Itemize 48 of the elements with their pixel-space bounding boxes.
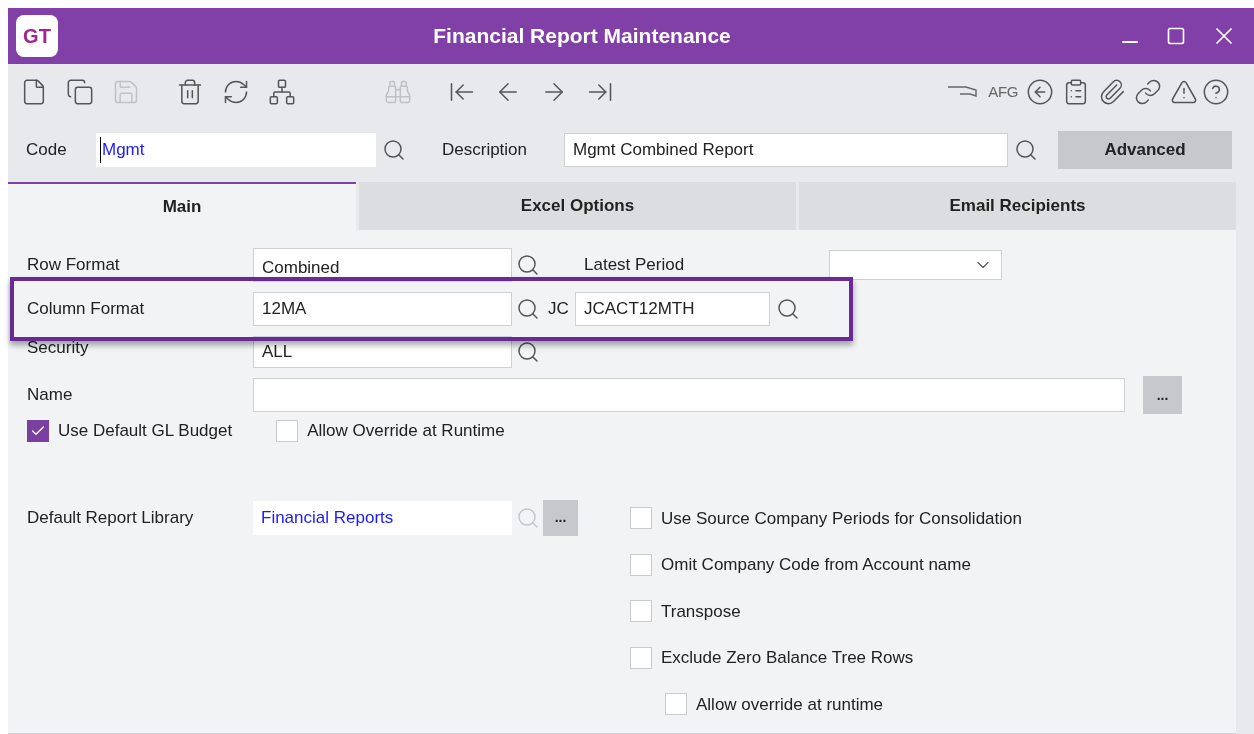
search-icon[interactable] (1014, 138, 1038, 162)
field-label: JC (548, 298, 570, 321)
field-label: Name (27, 384, 74, 407)
field-label: Column Format (27, 298, 146, 321)
window-title: Financial Report Maintenance (432, 23, 732, 50)
tab[interactable]: Excel Options (359, 182, 796, 230)
help-icon[interactable] (1202, 78, 1230, 106)
afg-button[interactable]: AFG (988, 80, 1018, 104)
field-label: Row Format (27, 254, 121, 277)
delete-icon[interactable] (176, 78, 204, 106)
browse-button[interactable]: ... (543, 499, 578, 536)
checkbox-label: Omit Company Code from Account name (661, 554, 971, 576)
search-icon[interactable] (776, 297, 800, 321)
search-icon[interactable] (516, 297, 540, 321)
name-field[interactable] (253, 378, 1125, 412)
code-field[interactable]: Mgmt (96, 133, 376, 167)
column-format-field[interactable]: 12MA (253, 292, 512, 326)
link-icon[interactable] (1134, 78, 1162, 106)
browse-button[interactable]: ... (1143, 376, 1182, 414)
back-circle-icon[interactable] (1026, 78, 1054, 106)
checkbox-label: Transpose (661, 600, 741, 623)
warning-icon[interactable] (1170, 78, 1198, 106)
app-logo: GT (16, 15, 58, 57)
checkbox-label: Use Source Company Periods for Consolidation (661, 507, 1022, 530)
search-icon[interactable] (382, 138, 406, 162)
field-label: Security (27, 337, 90, 360)
search-icon[interactable] (516, 340, 540, 364)
tab[interactable]: Email Recipients (799, 182, 1236, 230)
field-label: Default Report Library (27, 506, 195, 529)
checkbox-label: Use Default GL Budget (58, 420, 233, 442)
checkbox[interactable] (27, 419, 49, 442)
field-label: Latest Period (584, 254, 686, 277)
advanced-button[interactable]: Advanced (1058, 131, 1232, 169)
field-label: Description (442, 139, 529, 162)
jc-field[interactable]: JCACT12MTH (575, 292, 770, 326)
report-library-field[interactable]: Financial Reports (253, 500, 512, 535)
tab[interactable]: Main (8, 182, 356, 230)
nodes-icon[interactable] (268, 78, 296, 106)
checkbox-label: Exclude Zero Balance Tree Rows (661, 647, 914, 669)
search-icon[interactable] (516, 253, 540, 277)
field-label: Code (26, 139, 68, 162)
copy-icon[interactable] (66, 78, 94, 106)
maximize-icon[interactable] (1166, 26, 1186, 46)
paperclip-icon[interactable] (1098, 78, 1126, 106)
checkbox-label: Allow Override at Runtime (307, 420, 505, 442)
description-field[interactable]: Mgmt Combined Report (564, 133, 1008, 167)
checkbox-label: Allow override at runtime (696, 693, 884, 716)
refresh-icon[interactable] (222, 78, 250, 106)
